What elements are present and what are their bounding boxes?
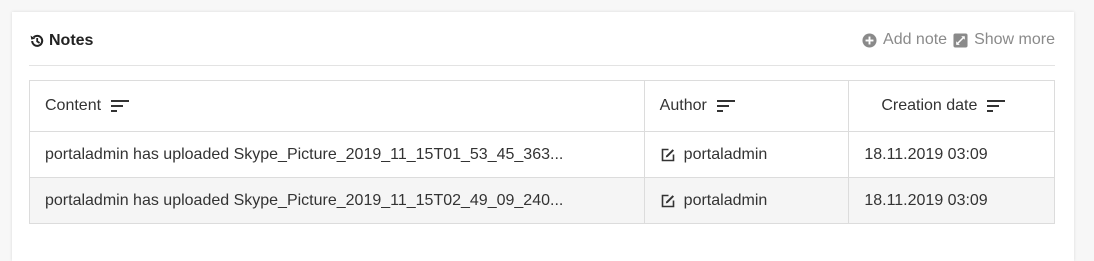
table-header-row: Content Author Creation date — [29, 80, 1055, 132]
sort-icon[interactable] — [111, 99, 130, 113]
column-header-label: Content — [45, 97, 102, 114]
edit-icon[interactable] — [660, 193, 676, 209]
sort-icon[interactable] — [716, 99, 735, 113]
column-header-label: Creation date — [881, 97, 978, 114]
note-content: portaladmin has uploaded Skype_Picture_2… — [45, 191, 564, 209]
note-author-cell: portaladmin — [643, 177, 850, 224]
note-content-cell: portaladmin has uploaded Skype_Picture_2… — [29, 131, 645, 178]
notes-table: Content Author Creation date portaladmin… — [29, 80, 1055, 224]
note-date-cell: 18.11.2019 03:09 — [848, 131, 1055, 178]
note-creation-date: 18.11.2019 03:09 — [864, 191, 988, 209]
expand-icon — [953, 32, 968, 48]
edit-icon[interactable] — [660, 147, 676, 163]
column-header-creation-date[interactable]: Creation date — [848, 80, 1055, 132]
history-icon — [29, 33, 45, 49]
add-note-label: Add note — [883, 31, 948, 48]
add-note-button[interactable]: Add note — [862, 31, 947, 49]
notes-panel: Notes Add note Show more Content Author … — [12, 12, 1074, 261]
note-author-cell: portaladmin — [643, 131, 850, 178]
note-content: portaladmin has uploaded Skype_Picture_2… — [45, 145, 564, 163]
column-header-content[interactable]: Content — [29, 80, 645, 132]
note-creation-date: 18.11.2019 03:09 — [864, 145, 988, 163]
note-author: portaladmin — [683, 145, 768, 163]
notes-header: Notes Add note Show more — [29, 30, 1055, 66]
table-row[interactable]: portaladmin has uploaded Skype_Picture_2… — [29, 177, 1055, 224]
plus-circle-icon — [862, 32, 877, 48]
show-more-button[interactable]: Show more — [953, 31, 1055, 49]
column-header-author[interactable]: Author — [643, 80, 850, 132]
show-more-label: Show more — [974, 31, 1055, 48]
table-row[interactable]: portaladmin has uploaded Skype_Picture_2… — [29, 131, 1055, 178]
panel-actions: Add note Show more — [862, 31, 1055, 49]
panel-title: Notes — [29, 32, 93, 50]
note-date-cell: 18.11.2019 03:09 — [848, 177, 1055, 224]
column-header-label: Author — [659, 97, 707, 114]
note-content-cell: portaladmin has uploaded Skype_Picture_2… — [29, 177, 645, 224]
panel-title-text: Notes — [49, 32, 94, 49]
note-author: portaladmin — [683, 191, 768, 209]
sort-icon[interactable] — [987, 99, 1006, 113]
